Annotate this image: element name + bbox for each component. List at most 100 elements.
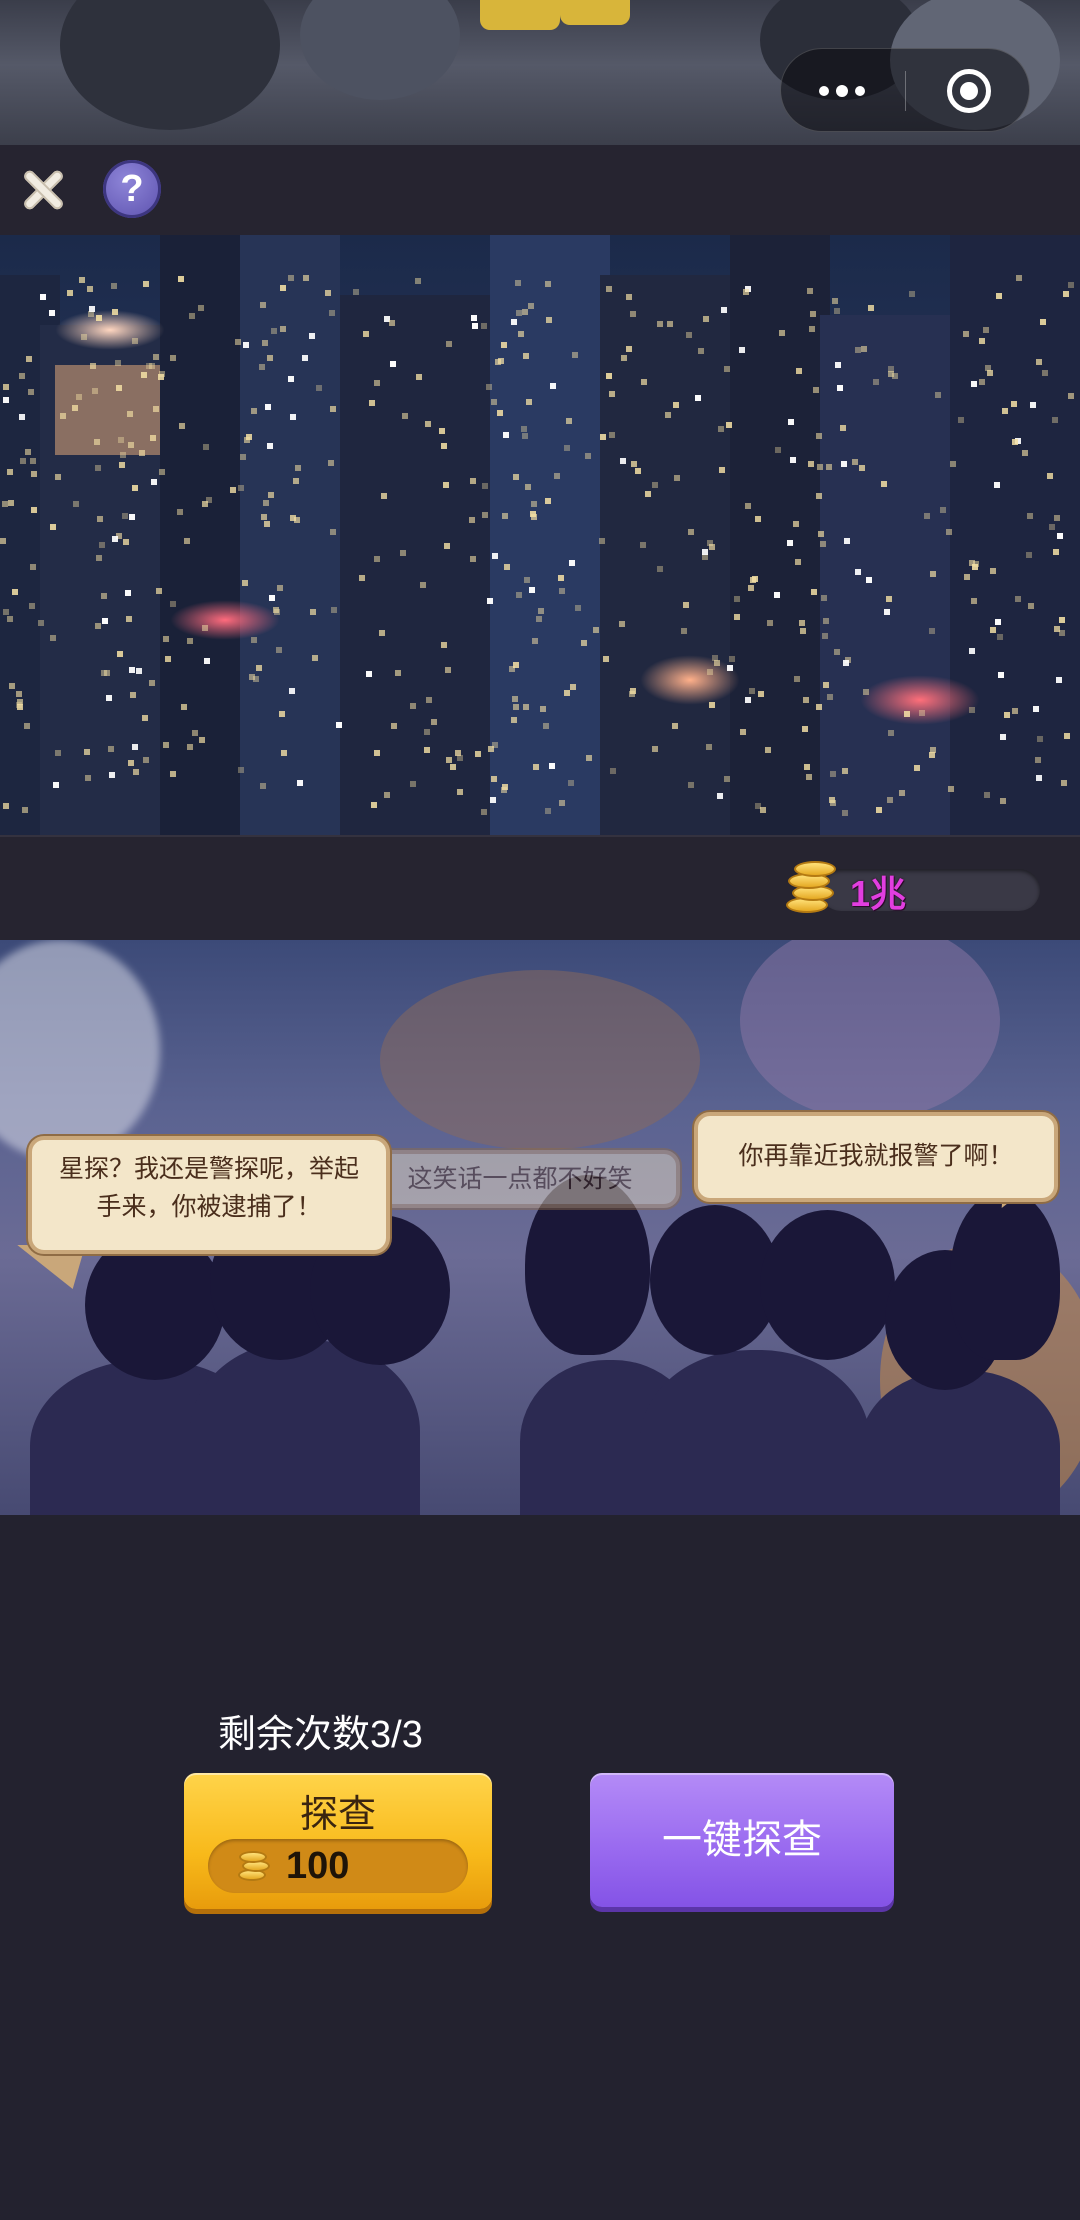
lit-window — [835, 362, 841, 368]
lit-window — [995, 619, 1001, 625]
lit-window — [443, 482, 449, 488]
lit-window — [1004, 712, 1010, 718]
lit-window — [830, 800, 836, 806]
lit-window — [111, 283, 117, 289]
lit-window — [1033, 706, 1039, 712]
lit-window — [158, 374, 164, 380]
action-panel: 剩余次数3/3 探查 100 一键探查 — [0, 1515, 1080, 2220]
lit-window — [745, 697, 751, 703]
lit-window — [8, 500, 14, 506]
lit-window — [688, 782, 694, 788]
lit-window — [779, 330, 785, 336]
lit-window — [108, 746, 114, 752]
lit-window — [645, 491, 651, 497]
lit-window — [60, 413, 66, 419]
lit-window — [888, 730, 894, 736]
lit-window — [203, 444, 209, 450]
lit-window — [170, 601, 176, 607]
lit-window — [3, 609, 9, 615]
lit-window — [487, 598, 493, 604]
lit-window — [30, 564, 36, 570]
lit-window — [822, 633, 828, 639]
lit-window — [774, 592, 780, 598]
lit-window — [734, 596, 740, 602]
lit-window — [971, 598, 977, 604]
lit-window — [76, 394, 82, 400]
lit-window — [755, 516, 761, 522]
lit-window — [3, 803, 9, 809]
lit-window — [672, 723, 678, 729]
help-button[interactable]: ? — [103, 160, 161, 218]
gold-coins-icon — [236, 1849, 272, 1883]
lit-window — [566, 418, 572, 424]
lit-window — [724, 366, 730, 372]
lit-window — [12, 589, 18, 595]
lit-window — [667, 321, 673, 327]
lit-window — [9, 683, 15, 689]
lit-window — [143, 757, 149, 763]
lit-window — [726, 422, 732, 428]
lit-window — [122, 513, 128, 519]
lit-window — [620, 458, 626, 464]
lit-window — [512, 696, 518, 702]
lit-window — [559, 800, 565, 806]
lit-window — [767, 620, 773, 626]
lit-window — [681, 628, 687, 634]
lit-window — [501, 787, 507, 793]
lit-window — [251, 408, 257, 414]
lit-window — [790, 457, 796, 463]
lit-window — [550, 383, 556, 389]
lit-window — [1027, 513, 1033, 519]
close-x-icon[interactable] — [16, 163, 70, 217]
lit-window — [470, 478, 476, 484]
mini-program-close-icon[interactable] — [947, 69, 991, 113]
lit-window — [265, 404, 271, 410]
lit-window — [92, 388, 98, 394]
lit-window — [816, 704, 822, 710]
lit-window — [415, 278, 421, 284]
lit-window — [626, 346, 632, 352]
speech-text-middle: 这笑话一点都不好笑 — [407, 1165, 633, 1193]
lit-window — [909, 291, 915, 297]
lit-window — [606, 373, 612, 379]
lit-window — [297, 780, 303, 786]
probe-button[interactable]: 探查 100 — [184, 1773, 492, 1909]
lit-window — [1016, 275, 1022, 281]
lit-window — [416, 374, 422, 380]
lit-window — [575, 605, 581, 611]
lit-window — [823, 618, 829, 624]
lit-window — [482, 483, 488, 489]
lit-window — [1056, 677, 1062, 683]
lit-window — [823, 682, 829, 688]
lit-window — [199, 737, 205, 743]
lit-window — [1011, 401, 1017, 407]
lit-window — [816, 433, 822, 439]
lit-window — [929, 752, 935, 758]
lit-window — [163, 742, 169, 748]
lit-window — [230, 487, 236, 493]
lit-window — [424, 747, 430, 753]
lit-window — [281, 750, 287, 756]
lit-window — [810, 311, 816, 317]
lit-window — [873, 379, 879, 385]
lit-window — [515, 280, 521, 286]
lit-window — [904, 711, 910, 717]
lit-window — [549, 763, 555, 769]
lit-window — [1035, 757, 1041, 763]
lit-window — [686, 332, 692, 338]
more-dots-icon[interactable] — [819, 82, 869, 100]
lit-window — [469, 517, 475, 523]
one-key-probe-button[interactable]: 一键探查 — [590, 1773, 894, 1907]
lit-window — [238, 485, 244, 491]
lit-window — [277, 585, 283, 591]
lit-window — [486, 384, 492, 390]
lit-window — [19, 373, 25, 379]
lit-window — [81, 334, 87, 340]
lit-window — [861, 346, 867, 352]
lit-window — [1059, 617, 1065, 623]
lit-window — [177, 509, 183, 515]
lit-window — [745, 503, 751, 509]
lit-window — [28, 389, 34, 395]
lit-window — [481, 323, 487, 329]
lit-window — [750, 577, 756, 583]
